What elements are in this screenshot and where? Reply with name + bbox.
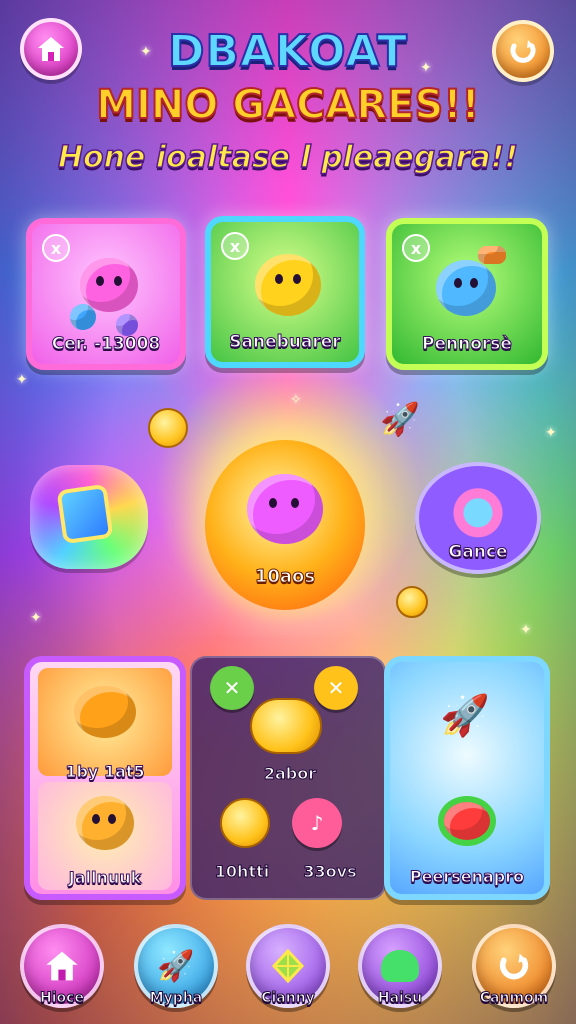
- reward-panel-left: 1by 1at5 Jallnuuk: [24, 656, 186, 900]
- house-icon: [46, 951, 78, 981]
- mid-label-top: 2abor: [263, 764, 317, 784]
- gold-coin-icon: [148, 408, 188, 448]
- close-icon[interactable]: ✕: [314, 666, 358, 710]
- slot-a-label: 1by 1at5: [65, 762, 145, 782]
- reward-panel-mid: ✕ ✕ 2abor ♪ 10htti 33ovs: [190, 656, 386, 900]
- gold-coin-icon[interactable]: [220, 798, 270, 848]
- sparkle-icon: ✦: [30, 610, 42, 626]
- purple-gem-icon: [116, 314, 138, 336]
- slot-b-label: Jallnuuk: [68, 868, 142, 888]
- gold-coin-icon: [396, 586, 428, 618]
- card-label: Pennorsè: [422, 334, 513, 355]
- red-berry-icon: [438, 796, 496, 846]
- sparkle-icon: ✧: [290, 392, 302, 408]
- character-card-3[interactable]: x Pennorsè: [386, 218, 548, 370]
- reward-slot-a[interactable]: [38, 668, 172, 776]
- game-title-line1: DBAKOAT: [167, 25, 409, 78]
- sparkle-icon: ✦: [545, 425, 557, 441]
- ring-label: Gance: [448, 542, 508, 563]
- orb-label: 10aos: [254, 566, 316, 588]
- orange-hat-icon: [478, 246, 506, 264]
- heart-coin-icon[interactable]: [250, 698, 322, 754]
- rainbow-gem-button[interactable]: [30, 465, 148, 569]
- bear-creature-icon: [76, 796, 134, 850]
- refresh-icon: [499, 953, 529, 980]
- panel-right-label: Peersenapro: [409, 867, 525, 887]
- game-title-line2: MINO GACARES!!: [95, 81, 481, 129]
- nav-rocket-label: Mypha: [149, 990, 203, 1007]
- close-badge-icon[interactable]: x: [42, 234, 70, 262]
- rocket-icon: 🚀: [440, 693, 490, 739]
- rocket-icon: 🚀: [157, 948, 195, 984]
- close-badge-icon[interactable]: x: [402, 234, 430, 262]
- blue-creature-icon: [436, 260, 496, 316]
- reward-panel-right[interactable]: 🚀 Peersenapro: [384, 656, 550, 900]
- rocket-icon: 🚀: [380, 400, 420, 438]
- card-label: Sanebuarer: [229, 332, 341, 353]
- nav-kite-label: Cianny: [261, 990, 316, 1007]
- orange-fist-icon: [74, 686, 136, 738]
- close-icon[interactable]: ✕: [210, 666, 254, 710]
- card-label: Cer. -13008: [51, 334, 161, 355]
- nav-home-label: Hioce: [40, 990, 85, 1007]
- nav-refresh-label: Canmom: [479, 990, 549, 1007]
- nav-slime-label: Haisu: [377, 990, 423, 1007]
- character-card-1[interactable]: x Cer. -13008: [26, 218, 186, 370]
- blue-bone-icon: [70, 304, 96, 330]
- mid-label-right: 33ovs: [303, 862, 357, 882]
- music-note-icon[interactable]: ♪: [292, 798, 342, 848]
- kite-icon: [271, 948, 305, 984]
- sparkle-icon: ✦: [16, 372, 28, 388]
- mid-label-left: 10htti: [214, 862, 270, 882]
- yellow-creature-icon: [255, 254, 321, 316]
- character-card-2[interactable]: x Sanebuarer: [205, 216, 365, 368]
- sparkle-icon: ✦: [520, 622, 532, 638]
- slime-icon: [381, 950, 419, 982]
- purple-cat-icon: [247, 474, 323, 544]
- pink-creature-icon: [80, 258, 138, 312]
- game-subtitle: Hone ioaltase l pleaegara!!: [57, 139, 519, 176]
- close-badge-icon[interactable]: x: [221, 232, 249, 260]
- blue-tile-icon: [56, 483, 114, 545]
